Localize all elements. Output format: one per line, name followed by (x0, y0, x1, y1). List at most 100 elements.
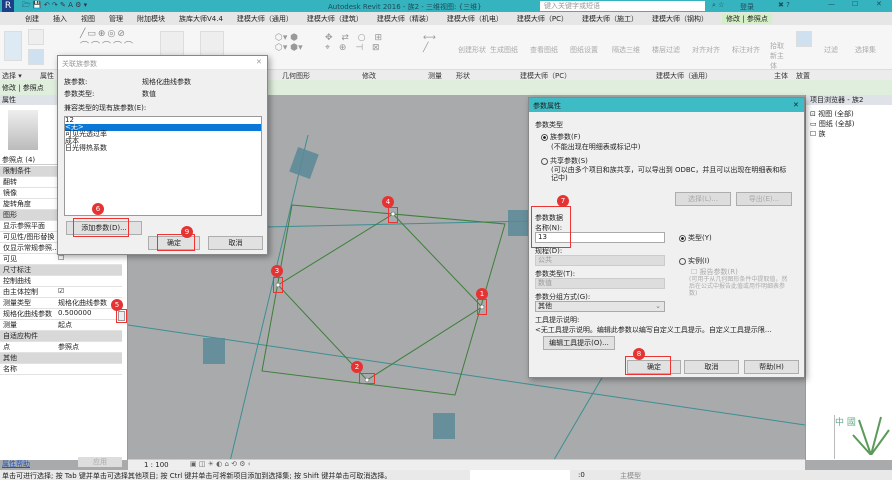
maximize-button[interactable]: ☐ (852, 0, 858, 8)
add-param-highlight (73, 218, 129, 237)
property-row[interactable]: 测量 起点 (0, 320, 122, 331)
radio-icon (679, 257, 686, 265)
close-icon[interactable]: ✕ (793, 101, 799, 109)
status-input[interactable] (470, 470, 570, 480)
browser-item-families[interactable]: ☐ 族 (810, 129, 855, 139)
pick-new-host-button[interactable]: 拾取新主体 (770, 41, 786, 71)
param-type-select[interactable]: 数值 (535, 278, 665, 289)
property-value[interactable]: 规格化曲线参数 (56, 298, 107, 308)
sign-in-button[interactable]: 登录 (740, 2, 754, 12)
property-row[interactable]: 测量类型 规格化曲线参数 (0, 298, 122, 309)
property-group-header[interactable]: 尺寸标注 (0, 265, 122, 276)
align-button[interactable]: 对齐对齐 (692, 45, 720, 55)
tab-manage[interactable]: 管理 (109, 14, 123, 24)
type-radio[interactable]: 类型(Y) (679, 233, 712, 243)
edit-tooltip-button[interactable]: 编辑工具提示(O)... (543, 336, 615, 350)
property-name: 规格化曲线参数 (3, 310, 52, 318)
reference-plane-glyph (433, 413, 455, 439)
search-input[interactable]: 键入关键字或短语 (540, 1, 705, 11)
modify-button[interactable] (4, 31, 22, 61)
browser-item-sheets[interactable]: ▭ 图纸 (全部) (810, 119, 855, 129)
tab-master-decor[interactable]: 建模大师（精装） (377, 14, 433, 24)
list-item[interactable]: 可见光透过率 (65, 131, 261, 138)
dim-align-button[interactable]: 标注对齐 (732, 45, 760, 55)
associate-family-parameter-button[interactable] (118, 311, 125, 321)
minimize-button[interactable]: — (828, 0, 835, 8)
family-param-radio[interactable]: 族参数(F) (541, 132, 581, 142)
property-value[interactable]: 起点 (56, 320, 72, 330)
quick-access-toolbar[interactable]: 🗁 💾 ↶ ↷ ✎ A ⚙ ▾ (22, 1, 87, 12)
property-row[interactable]: 点 参照点 (0, 342, 122, 353)
list-item[interactable]: 日光得热系数 (65, 145, 261, 152)
cancel-button[interactable]: 取消 (684, 360, 739, 374)
tab-insert[interactable]: 插入 (53, 14, 67, 24)
curve-loop[interactable] (261, 204, 506, 396)
tab-master-construction[interactable]: 建模大师（施工） (582, 14, 638, 24)
property-value[interactable] (56, 276, 58, 286)
select-button[interactable]: 选择(L)... (675, 192, 731, 206)
property-name: 尺寸标注 (3, 266, 31, 274)
tab-modify-reference-point[interactable]: 修改 | 参照点 (722, 13, 772, 24)
status-bar: 单击可进行选择; 按 Tab 键并单击可选择其他项目; 按 Ctrl 键并单击可… (0, 470, 892, 480)
tab-view[interactable]: 视图 (81, 14, 95, 24)
close-icon[interactable]: ✕ (256, 58, 262, 66)
help-button[interactable]: 帮助(H) (744, 360, 799, 374)
filter-button[interactable]: 过滤 (824, 45, 838, 55)
export-button[interactable]: 导出(E)... (736, 192, 792, 206)
model-selector[interactable]: 主模型 (620, 471, 641, 480)
measure-icon[interactable]: ⟷ ╱ (423, 33, 436, 53)
selection-set-button[interactable]: 选择集 (855, 45, 876, 55)
instance-radio[interactable]: 实例(I) (679, 256, 710, 266)
browser-item-views[interactable]: ⊡ 视图 (全部) (810, 109, 855, 119)
view-drawings-button[interactable]: 查看图纸 (530, 45, 558, 55)
type-properties-icon[interactable] (28, 49, 44, 65)
existing-params-list[interactable]: 12 <无> 可见光透过率 成本 日光得热系数 (64, 116, 262, 216)
modify-tools-icon[interactable]: ✥ ⇄ ○ ⊞ ⌖ ⊕ ⊣ ⊠ (325, 33, 385, 53)
tab-addins[interactable]: 附加模块 (137, 14, 165, 24)
property-value[interactable]: 0.500000 (56, 309, 91, 319)
placement-icon[interactable] (796, 31, 812, 47)
properties-icon[interactable] (28, 29, 44, 45)
property-value[interactable]: 参照点 (56, 342, 79, 352)
property-value[interactable] (56, 364, 58, 374)
property-row[interactable]: 控制曲线 (0, 276, 122, 287)
help-icon[interactable]: ✖ ? (778, 1, 790, 9)
geometry-tools-icon[interactable]: ⬡▾ ⬢ ⬡▾ ⬢▾ (275, 33, 303, 53)
scale-label[interactable]: 1 : 100 (144, 461, 169, 469)
radio-icon (541, 133, 548, 141)
generate-drawings-button[interactable]: 生成图纸 (490, 45, 518, 55)
filter-3d-button[interactable]: 隔选三维 (612, 45, 640, 55)
tab-family-lib[interactable]: 族库大师V4.4 (179, 14, 223, 24)
discipline-select[interactable]: 公共 (535, 255, 665, 266)
midpoint-loop[interactable] (277, 213, 483, 381)
property-name: 点 (3, 343, 10, 351)
property-group-header[interactable]: 自适应构件 (0, 331, 122, 342)
tab-create[interactable]: 创建 (25, 14, 39, 24)
tab-master-pc[interactable]: 建模大师（PC） (517, 14, 568, 24)
property-row[interactable]: 规格化曲线参数 0.500000 (0, 309, 122, 320)
tab-master-steel[interactable]: 建模大师（钢构） (652, 14, 708, 24)
property-row[interactable]: 由主体控制 ☑ (0, 287, 122, 298)
floor-filter-button[interactable]: 楼层过滤 (652, 45, 680, 55)
apply-button[interactable]: 应用 (78, 457, 122, 467)
binoculars-icon[interactable]: ⌕ ☆ (712, 1, 724, 10)
draw-tools-icon[interactable]: ╱▭⊕◎⊘ ⌒⌒⌒⌒⌒ (80, 29, 135, 52)
property-value[interactable]: ☑ (56, 287, 64, 297)
view-controls-icon[interactable]: ▣ ◫ ☀ ◐ ⌂ ⟲ ⚙ ‹ (190, 460, 251, 468)
group-select[interactable]: 其他 ⌄ (535, 301, 665, 312)
property-row[interactable]: 可见 ☐ (0, 254, 122, 265)
properties-help-link[interactable]: 属性帮助 (2, 459, 30, 469)
property-value[interactable]: ☐ (56, 254, 64, 264)
drawing-settings-button[interactable]: 图纸设置 (570, 45, 598, 55)
list-item[interactable]: 12 (65, 117, 261, 124)
create-form-button[interactable]: 创建形状 (458, 45, 486, 55)
property-group-header[interactable]: 其他 (0, 353, 122, 364)
property-row[interactable]: 名称 (0, 364, 122, 375)
tab-master-arch[interactable]: 建模大师（建筑） (307, 14, 363, 24)
close-button[interactable]: ✕ (876, 0, 882, 8)
shared-param-radio[interactable]: 共享参数(S) (541, 156, 588, 166)
tab-master-mep[interactable]: 建模大师（机电） (447, 14, 503, 24)
revit-logo-icon[interactable]: R (2, 0, 14, 12)
tab-master-general[interactable]: 建模大师（通用） (237, 14, 293, 24)
cancel-button[interactable]: 取消 (208, 236, 263, 250)
